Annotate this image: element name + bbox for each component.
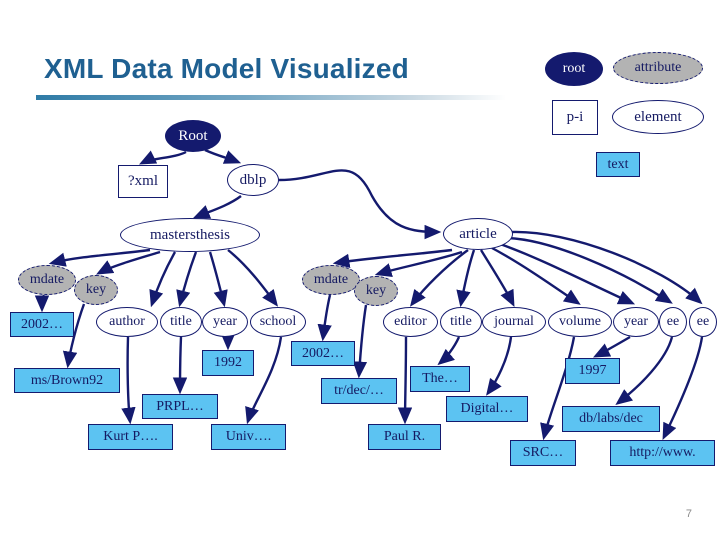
graph-node-ar-editor[interactable]: editor: [383, 307, 438, 337]
graph-node-t-1992[interactable]: 1992: [202, 350, 254, 376]
graph-edge: [456, 249, 476, 308]
graph-node-t-2002b[interactable]: 2002…: [291, 341, 355, 366]
graph-node-mt-key[interactable]: key: [74, 275, 118, 305]
graph-node-t-src[interactable]: SRC…: [510, 440, 576, 466]
graph-edge: [192, 195, 242, 219]
graph-edge: [592, 335, 631, 358]
slide-canvas: XML Data Model Visualized Root ?xml dblp ma…: [0, 0, 720, 540]
graph-node-t-msbrown[interactable]: ms/Brown92: [14, 368, 120, 393]
graph-edge: [172, 336, 188, 395]
graph-node-article[interactable]: article: [443, 218, 513, 250]
legend-item-pi: p-i: [552, 100, 598, 135]
graph-node-ar-title[interactable]: title: [440, 307, 482, 337]
graph-node-root[interactable]: Root: [165, 120, 221, 152]
graph-edge: [352, 304, 368, 379]
graph-node-ar-ee1[interactable]: ee: [659, 307, 687, 337]
graph-node-t-http[interactable]: http://www.: [610, 440, 715, 466]
graph-edge: [332, 248, 453, 269]
graph-node-ar-mdate[interactable]: mdate: [302, 265, 360, 295]
graph-node-t-the[interactable]: The…: [410, 366, 470, 392]
graph-edge: [48, 248, 151, 267]
graph-edge: [204, 148, 242, 164]
graph-edge: [34, 294, 50, 313]
graph-edge: [317, 294, 332, 342]
graph-node-ar-key[interactable]: key: [354, 276, 398, 306]
graph-node-t-univ[interactable]: Univ….: [211, 424, 286, 450]
graph-edge: [486, 336, 513, 396]
graph-edge: [227, 249, 279, 307]
graph-node-t-1997[interactable]: 1997: [565, 358, 620, 384]
graph-node-mt-title[interactable]: title: [160, 307, 202, 337]
graph-node-ar-journal[interactable]: journal: [482, 307, 546, 337]
graph-node-mt-year[interactable]: year: [202, 307, 248, 337]
page-number: 7: [685, 508, 692, 520]
graph-node-t-kurt[interactable]: Kurt P….: [88, 424, 173, 450]
legend-item-attribute: attribute: [613, 52, 703, 84]
graph-node-t-dblabs[interactable]: db/labs/dec: [562, 406, 660, 432]
graph-node-pi-xml[interactable]: ?xml: [118, 165, 168, 198]
legend-item-element: element: [612, 100, 704, 134]
graph-node-t-digital[interactable]: Digital…: [446, 396, 528, 422]
graph-node-mt-author[interactable]: author: [96, 307, 158, 337]
graph-edge: [138, 150, 187, 165]
legend-item-text: text: [596, 152, 640, 177]
graph-edge: [149, 251, 177, 308]
graph-node-t-trdec[interactable]: tr/dec/…: [321, 378, 397, 404]
graph-node-mastersthesis[interactable]: mastersthesis: [120, 218, 260, 252]
graph-edge: [397, 336, 413, 425]
graph-edge: [615, 336, 674, 406]
graph-node-t-2002a[interactable]: 2002…: [10, 312, 74, 337]
graph-edge: [176, 251, 198, 308]
graph-edge: [278, 169, 442, 240]
graph-node-t-prpl[interactable]: PRPL…: [142, 394, 218, 419]
graph-edge: [662, 336, 704, 441]
graph-edge: [491, 246, 581, 305]
graph-edge: [437, 336, 461, 366]
graph-edge: [121, 336, 136, 425]
graph-node-ar-volume[interactable]: volume: [548, 307, 612, 337]
graph-edge: [220, 333, 236, 351]
graph-node-dblp[interactable]: dblp: [227, 164, 279, 196]
graph-node-mt-school[interactable]: school: [250, 307, 306, 337]
graph-node-mt-mdate[interactable]: mdate: [18, 265, 76, 295]
graph-edge: [208, 251, 228, 308]
graph-node-t-paul[interactable]: Paul R.: [368, 424, 441, 450]
graph-node-ar-year[interactable]: year: [613, 307, 659, 337]
legend-item-root: root: [545, 52, 603, 86]
graph-node-ar-ee2[interactable]: ee: [689, 307, 717, 337]
graph-edge: [507, 236, 673, 304]
